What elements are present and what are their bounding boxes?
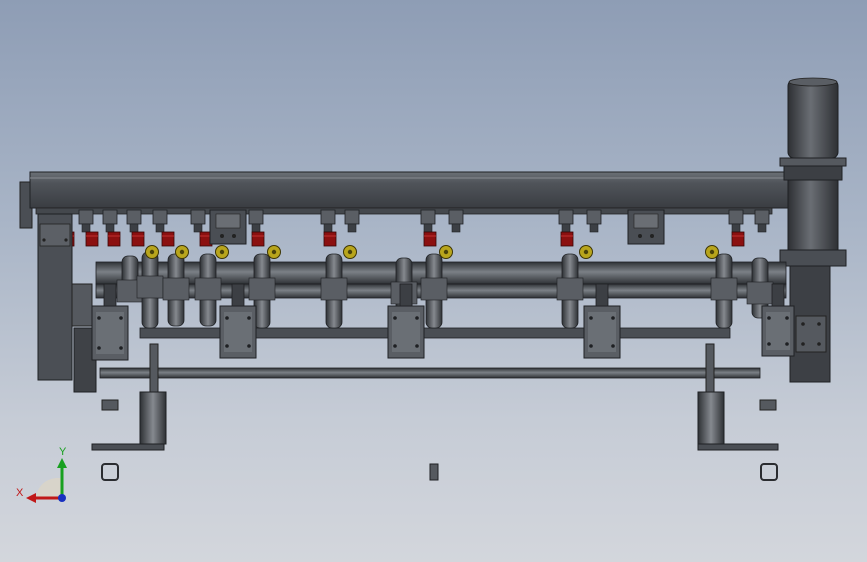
bearing-bolt	[589, 344, 593, 348]
beam-bracket	[344, 209, 360, 225]
bearing-bolt	[785, 316, 789, 320]
bracket-stem	[423, 223, 433, 233]
bearing-bolt	[785, 342, 789, 346]
bracket-stem	[323, 223, 333, 233]
bearing-post	[231, 283, 245, 307]
bearing-bolt	[225, 316, 229, 320]
bearing-bolt	[119, 316, 123, 320]
bearing-bolt	[97, 346, 101, 350]
beam-clamp-left	[209, 209, 247, 245]
bracket-stem	[757, 223, 767, 233]
bearing-post	[103, 283, 117, 307]
red-seal	[560, 231, 574, 247]
bearing-bolt	[119, 346, 123, 350]
bearing-bolt	[393, 344, 397, 348]
knob-center	[179, 249, 185, 255]
red-seal	[423, 231, 437, 247]
roller-hub	[556, 277, 584, 301]
bearing-bolt	[611, 316, 615, 320]
knob-center	[583, 249, 589, 255]
bracket-stem	[347, 223, 357, 233]
bracket-stem	[589, 223, 599, 233]
bearing-bolt	[767, 342, 771, 346]
beam-bracket	[728, 209, 744, 225]
cad-drawing: Y X	[16, 77, 847, 503]
bearing-post	[399, 283, 413, 307]
beam-bracket	[152, 209, 168, 225]
bracket-stem	[251, 223, 261, 233]
axis-triad: Y X	[16, 446, 67, 503]
beam-bracket	[190, 209, 206, 225]
knob-center	[219, 249, 225, 255]
bracket-stem	[561, 223, 571, 233]
floor-markers	[101, 463, 778, 481]
roller-hub	[420, 277, 448, 301]
x-axis-label: X	[16, 487, 24, 499]
beam-bracket	[102, 209, 118, 225]
knob-center	[149, 249, 155, 255]
knob-center	[709, 249, 715, 255]
red-seal	[107, 231, 121, 247]
roller-hub	[746, 281, 774, 305]
knob-center	[443, 249, 449, 255]
bearing-bolt	[415, 316, 419, 320]
bearing-bolt	[247, 344, 251, 348]
beam-bracket	[320, 209, 336, 225]
roller-hub	[320, 277, 348, 301]
bearing-post	[595, 283, 609, 307]
knob-center	[347, 249, 353, 255]
knob-center	[271, 249, 277, 255]
roller-hub	[136, 275, 164, 299]
bracket-stem	[155, 223, 165, 233]
beam-bracket	[586, 209, 602, 225]
bearing-bolt	[247, 316, 251, 320]
beam-bracket	[126, 209, 142, 225]
red-seal	[251, 231, 265, 247]
roller-hub	[248, 277, 276, 301]
bearing-bolt	[393, 316, 397, 320]
bearing-bolt	[767, 316, 771, 320]
bearing-post	[771, 283, 785, 307]
roller-hub	[710, 277, 738, 301]
beam-clamp-right	[627, 209, 665, 245]
bearing-bolt	[611, 344, 615, 348]
beam-bracket	[448, 209, 464, 225]
bracket-stem	[451, 223, 461, 233]
roller-hub	[194, 277, 222, 301]
bearing-bolt	[415, 344, 419, 348]
red-seal	[85, 231, 99, 247]
beam-bracket	[248, 209, 264, 225]
bracket-stem	[193, 223, 203, 233]
beam-bracket	[558, 209, 574, 225]
roller-hub	[162, 277, 190, 301]
bracket-stem	[731, 223, 741, 233]
y-axis-label: Y	[59, 446, 67, 458]
bearing-bolt	[225, 344, 229, 348]
beam-bracket	[754, 209, 770, 225]
cad-viewport[interactable]: Y X	[0, 0, 867, 562]
bearing-bolt	[589, 316, 593, 320]
beam-bracket	[420, 209, 436, 225]
right-cylinder	[697, 343, 779, 451]
red-seal	[161, 231, 175, 247]
bracket-stem	[105, 223, 115, 233]
bracket-stem	[81, 223, 91, 233]
red-seal	[131, 231, 145, 247]
beam-bracket	[78, 209, 94, 225]
red-seal	[323, 231, 337, 247]
bearing-bolt	[97, 316, 101, 320]
red-seal	[731, 231, 745, 247]
bracket-stem	[129, 223, 139, 233]
